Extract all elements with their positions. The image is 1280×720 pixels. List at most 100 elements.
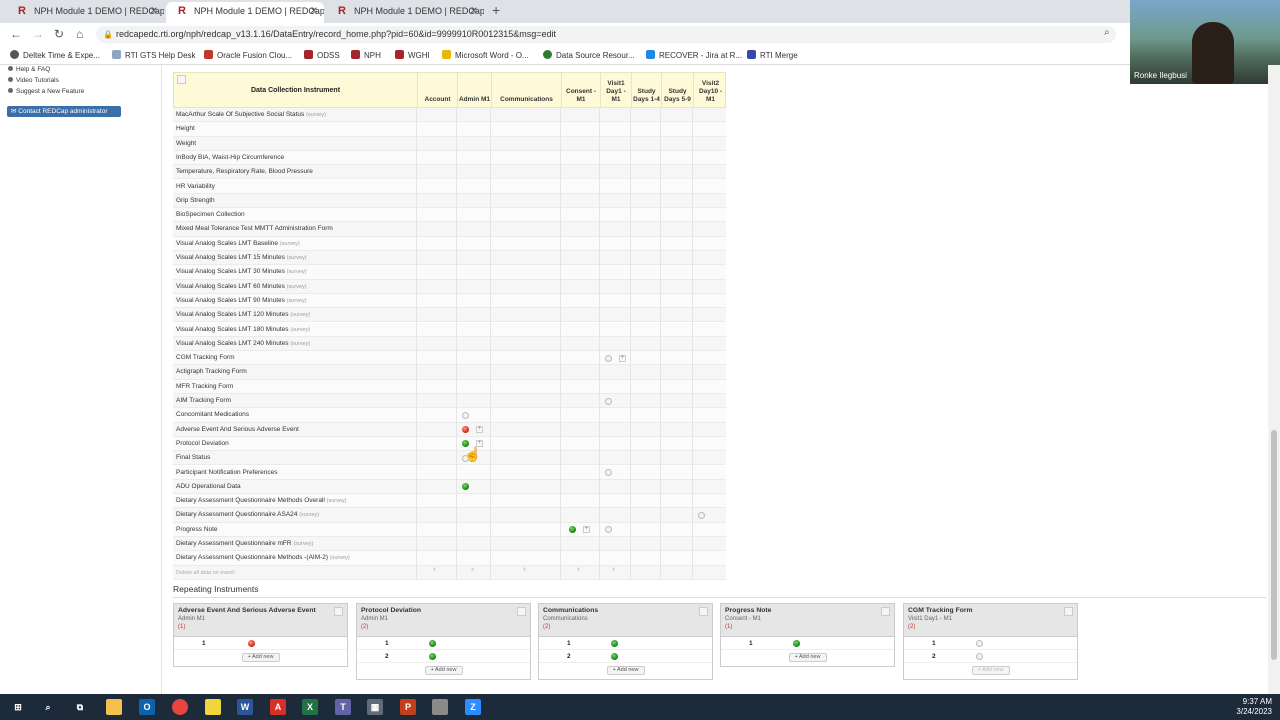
browser-tab-3[interactable]: R NPH Module 1 DEMO | REDCap ✕ xyxy=(326,2,484,23)
bookmark-item[interactable]: Microsoft Word - O... xyxy=(442,50,529,60)
word-icon[interactable]: W xyxy=(237,699,253,715)
status-complete-icon[interactable] xyxy=(429,653,436,660)
excel-icon[interactable]: X xyxy=(302,699,318,715)
card-title: Protocol Deviation xyxy=(361,607,422,614)
close-icon[interactable]: ✕ xyxy=(470,2,478,21)
status-complete-icon[interactable] xyxy=(611,653,618,660)
collapse-icon[interactable] xyxy=(517,607,526,616)
video-tutorials-link[interactable]: Video Tutorials xyxy=(8,77,59,84)
table-row: Dietary Assessment Questionnaire Methods… xyxy=(173,551,726,566)
teams-icon[interactable]: T xyxy=(335,699,351,715)
instrument-label: Adverse Event And Serious Adverse Event xyxy=(176,425,299,433)
instrument-label: Visual Analog Scales LMT 90 Minutes (sur… xyxy=(176,296,307,304)
instrument-label: Visual Analog Scales LMT 30 Minutes (sur… xyxy=(176,268,307,276)
outlook-icon[interactable]: O xyxy=(139,699,155,715)
file-explorer-icon[interactable] xyxy=(106,699,122,715)
collapse-icon[interactable] xyxy=(334,607,343,616)
task-view-icon[interactable]: ⧉ xyxy=(72,699,88,715)
instrument-label: Final Status xyxy=(176,454,211,462)
collapse-icon[interactable] xyxy=(699,607,708,616)
add-instance-icon[interactable]: + xyxy=(619,354,626,362)
collapse-icon[interactable] xyxy=(881,607,890,616)
status-complete-icon[interactable] xyxy=(429,640,436,647)
calculator-icon[interactable]: ▦ xyxy=(367,699,383,715)
sticky-notes-icon[interactable] xyxy=(205,699,221,715)
bookmark-item[interactable]: Oracle Fusion Clou... xyxy=(204,50,292,60)
table-row: Dietary Assessment Questionnaire Methods… xyxy=(173,494,726,509)
status-empty-icon[interactable] xyxy=(976,653,983,660)
status-empty-icon[interactable] xyxy=(605,397,612,405)
search-icon[interactable]: ⌕ xyxy=(1104,27,1110,38)
card-title: CGM Tracking Form xyxy=(908,607,973,614)
powerpoint-icon[interactable]: P xyxy=(400,699,416,715)
status-empty-icon[interactable] xyxy=(605,354,612,362)
add-instance-icon[interactable]: + xyxy=(476,426,483,434)
page-icon xyxy=(112,50,121,59)
tab-title: NPH Module 1 DEMO | REDCap xyxy=(354,6,484,16)
column-divider xyxy=(660,108,661,580)
home-icon[interactable]: ⌂ xyxy=(76,27,83,41)
redcap-favicon-icon: R xyxy=(18,5,26,17)
bookmark-item[interactable]: Data Source Resour... xyxy=(543,50,635,60)
table-row: Concomitant Medications xyxy=(173,408,726,423)
instrument-label: Weight xyxy=(176,139,197,147)
add-new-button[interactable]: + Add new xyxy=(241,653,280,662)
delete-event-icon[interactable]: x xyxy=(523,567,526,573)
table-row: AIM Tracking Form xyxy=(173,394,726,409)
help-icon xyxy=(8,66,13,71)
acrobat-icon[interactable]: A xyxy=(270,699,286,715)
add-new-button[interactable]: + Add new xyxy=(788,653,827,662)
zoom-icon[interactable]: Z xyxy=(465,699,481,715)
help-faq-link[interactable]: Help & FAQ xyxy=(8,66,50,73)
add-new-button[interactable]: + Add new xyxy=(606,666,645,675)
event-header-admin: Admin M1 xyxy=(457,73,491,109)
status-empty-icon[interactable] xyxy=(976,640,983,647)
delete-event-icon[interactable]: x xyxy=(433,567,436,573)
delete-event-icon[interactable]: x xyxy=(612,567,615,573)
status-empty-icon[interactable] xyxy=(698,511,705,519)
add-new-button[interactable]: + Add new xyxy=(971,666,1010,675)
table-row: Progress Note xyxy=(173,522,726,537)
browser-tab-1[interactable]: R NPH Module 1 DEMO | REDCap ✕ xyxy=(6,2,164,23)
collapse-icon[interactable] xyxy=(1064,607,1073,616)
status-empty-icon[interactable] xyxy=(605,469,612,476)
search-icon[interactable]: ⌕ xyxy=(40,699,56,715)
url-field[interactable]: 🔒 redcapedc.rti.org/nph/redcap_v13.1.16/… xyxy=(96,26,1116,43)
reload-icon[interactable]: ↻ xyxy=(54,27,64,41)
bookmark-item[interactable]: Deltek Time & Expe... xyxy=(10,50,100,60)
bookmark-item[interactable]: ODSS xyxy=(304,50,340,60)
status-incomplete-icon[interactable] xyxy=(248,640,255,647)
bookmark-item[interactable]: RTI GTS Help Desk xyxy=(112,50,196,60)
status-empty-icon[interactable] xyxy=(462,411,469,419)
suggest-feature-link[interactable]: Suggest a New Feature xyxy=(8,88,84,95)
status-complete-icon[interactable] xyxy=(793,640,800,647)
windows-start-icon[interactable]: ⊞ xyxy=(10,699,26,715)
table-row: Visual Analog Scales LMT Baseline (surve… xyxy=(173,236,726,251)
delete-event-icon[interactable]: x xyxy=(471,567,474,573)
bookmark-item[interactable]: RTI Merge xyxy=(747,50,798,60)
add-new-button[interactable]: + Add new xyxy=(424,666,463,675)
close-icon[interactable]: ✕ xyxy=(150,2,158,21)
bookmark-item[interactable]: RECOVER - Jira at R... xyxy=(646,50,742,60)
instrument-label: Concomitant Medications xyxy=(176,411,249,419)
close-icon[interactable]: ✕ xyxy=(310,2,318,21)
bookmark-item[interactable]: NPH xyxy=(351,50,381,60)
contact-admin-button[interactable]: ✉ Contact REDCap administrator xyxy=(7,106,121,117)
app-icon[interactable] xyxy=(432,699,448,715)
back-icon[interactable]: ← xyxy=(10,27,22,41)
new-tab-icon[interactable]: + xyxy=(492,2,500,18)
add-instance-icon[interactable]: + xyxy=(583,526,590,534)
status-complete-icon[interactable] xyxy=(611,640,618,647)
browser-tab-2[interactable]: R NPH Module 1 DEMO | REDCap ✕ xyxy=(166,2,324,23)
chrome-icon[interactable] xyxy=(172,699,188,715)
bookmark-item[interactable]: WGHI xyxy=(395,50,430,60)
forward-icon[interactable]: → xyxy=(32,27,44,41)
delete-event-icon[interactable]: x xyxy=(577,567,580,573)
card-title: Communications xyxy=(543,607,599,614)
redcap-icon xyxy=(304,50,313,59)
card-header: Protocol Deviation Admin M1 (2) xyxy=(357,604,530,637)
card-subtitle: Admin M1 xyxy=(361,616,389,622)
column-divider xyxy=(692,108,693,580)
page-scrollbar[interactable] xyxy=(1268,65,1280,694)
scrollbar-thumb[interactable] xyxy=(1271,430,1277,660)
